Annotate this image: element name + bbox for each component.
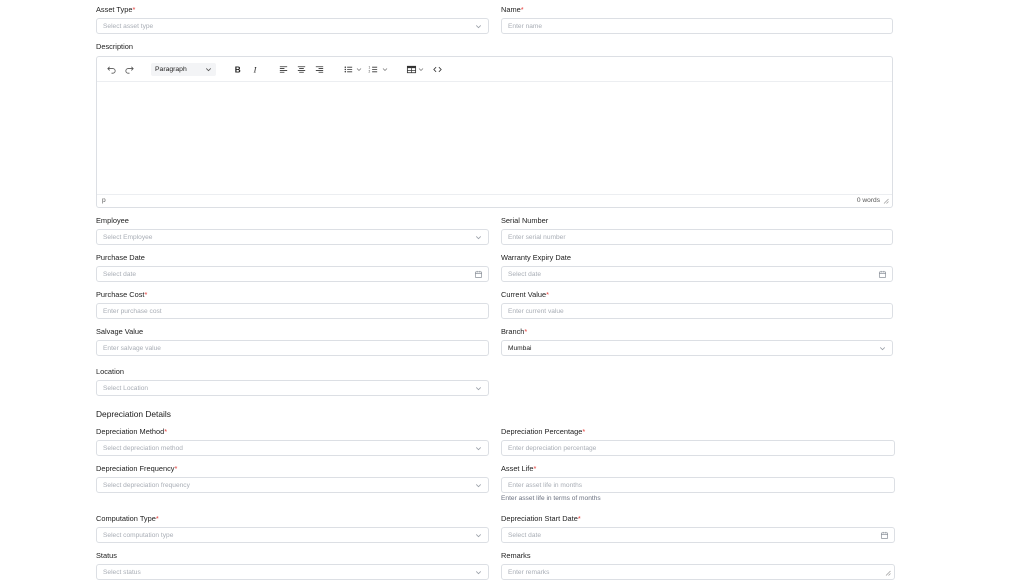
remarks-placeholder: Enter remarks — [508, 568, 550, 576]
redo-icon[interactable] — [124, 64, 135, 75]
asset-life-placeholder: Enter asset life in months — [508, 481, 583, 489]
depreciation-percentage-label: Depreciation Percentage* — [501, 427, 586, 436]
undo-icon[interactable] — [106, 64, 117, 75]
name-placeholder: Enter name — [508, 22, 543, 30]
purchase-date-picker[interactable]: Select date — [96, 266, 489, 282]
serial-number-input[interactable]: Enter serial number — [501, 229, 893, 245]
chevron-down-icon — [474, 531, 483, 540]
asset-type-label: Asset Type* — [96, 5, 136, 14]
branch-label: Branch* — [501, 327, 528, 336]
depreciation-section-title: Depreciation Details — [96, 409, 171, 419]
depreciation-frequency-label: Depreciation Frequency* — [96, 464, 178, 473]
description-label: Description — [96, 42, 133, 51]
name-label: Name* — [501, 5, 524, 14]
align-right-icon[interactable] — [314, 64, 325, 75]
align-left-icon[interactable] — [278, 64, 289, 75]
chevron-down-icon[interactable] — [381, 64, 389, 75]
chevron-down-icon — [474, 568, 483, 577]
location-select[interactable]: Select Location — [96, 380, 489, 396]
serial-number-placeholder: Enter serial number — [508, 233, 566, 241]
status-placeholder: Select status — [103, 568, 141, 576]
serial-number-label: Serial Number — [501, 216, 549, 225]
calendar-icon[interactable] — [878, 270, 887, 279]
asset-type-placeholder: Select asset type — [103, 22, 154, 30]
table-icon[interactable] — [406, 64, 417, 75]
computation-type-placeholder: Select computation type — [103, 531, 174, 539]
block-format-select[interactable]: Paragraph — [151, 63, 216, 76]
calendar-icon[interactable] — [880, 531, 889, 540]
chevron-down-icon — [474, 22, 483, 31]
asset-type-select[interactable]: Select asset type — [96, 18, 489, 34]
warranty-expiry-placeholder: Select date — [508, 270, 541, 278]
svg-text:I: I — [253, 66, 258, 75]
computation-type-select[interactable]: Select computation type — [96, 527, 489, 543]
purchase-cost-placeholder: Enter purchase cost — [103, 307, 162, 315]
align-center-icon[interactable] — [296, 64, 307, 75]
depreciation-start-date-label: Depreciation Start Date* — [501, 514, 581, 523]
purchase-cost-label: Purchase Cost* — [96, 290, 148, 299]
depreciation-frequency-placeholder: Select depreciation frequency — [103, 481, 190, 489]
current-value-placeholder: Enter current value — [508, 307, 564, 315]
purchase-date-placeholder: Select date — [103, 270, 136, 278]
branch-select[interactable]: Mumbai — [501, 340, 893, 356]
purchase-cost-input[interactable]: Enter purchase cost — [96, 303, 489, 319]
chevron-down-icon — [878, 344, 887, 353]
calendar-icon[interactable] — [474, 270, 483, 279]
location-label: Location — [96, 367, 124, 376]
word-count: 0 words — [856, 197, 880, 204]
resize-handle-icon[interactable] — [883, 198, 889, 204]
employee-placeholder: Select Employee — [103, 233, 153, 241]
chevron-down-icon[interactable] — [355, 64, 363, 75]
svg-text:B: B — [235, 66, 241, 75]
depreciation-percentage-input[interactable]: Enter depreciation percentage — [501, 440, 895, 456]
description-editor[interactable]: Paragraph B I 12 p 0 words — [96, 56, 893, 208]
chevron-down-icon — [474, 384, 483, 393]
salvage-value-placeholder: Enter salvage value — [103, 344, 161, 352]
depreciation-method-select[interactable]: Select depreciation method — [96, 440, 489, 456]
status-select[interactable]: Select status — [96, 564, 489, 580]
asset-life-label: Asset Life* — [501, 464, 537, 473]
chevron-down-icon — [474, 444, 483, 453]
current-value-label: Current Value* — [501, 290, 549, 299]
resize-handle-icon[interactable] — [885, 570, 891, 576]
warranty-expiry-label: Warranty Expiry Date — [501, 253, 571, 262]
chevron-down-icon — [474, 481, 483, 490]
employee-select[interactable]: Select Employee — [96, 229, 489, 245]
warranty-expiry-picker[interactable]: Select date — [501, 266, 893, 282]
remarks-textarea[interactable]: Enter remarks — [501, 564, 895, 580]
computation-type-label: Computation Type* — [96, 514, 159, 523]
salvage-value-input[interactable]: Enter salvage value — [96, 340, 489, 356]
depreciation-frequency-select[interactable]: Select depreciation frequency — [96, 477, 489, 493]
italic-icon[interactable]: I — [250, 64, 261, 75]
svg-text:2: 2 — [368, 70, 370, 74]
remarks-label: Remarks — [501, 551, 531, 560]
depreciation-method-placeholder: Select depreciation method — [103, 444, 183, 452]
bold-icon[interactable]: B — [232, 64, 243, 75]
location-placeholder: Select Location — [103, 384, 149, 392]
status-label: Status — [96, 551, 117, 560]
editor-path[interactable]: p — [102, 197, 106, 204]
asset-life-hint: Enter asset life in terms of months — [501, 495, 601, 502]
numbered-list-icon[interactable]: 12 — [368, 64, 379, 75]
current-value-input[interactable]: Enter current value — [501, 303, 893, 319]
depreciation-start-date-placeholder: Select date — [508, 531, 541, 539]
purchase-date-label: Purchase Date — [96, 253, 145, 262]
asset-life-input[interactable]: Enter asset life in months — [501, 477, 895, 493]
editor-statusbar: p 0 words — [97, 194, 892, 207]
branch-value: Mumbai — [508, 344, 532, 352]
block-format-value: Paragraph — [155, 65, 187, 73]
code-icon[interactable] — [432, 64, 443, 75]
salvage-value-label: Salvage Value — [96, 327, 144, 336]
depreciation-start-date-picker[interactable]: Select date — [501, 527, 895, 543]
depreciation-method-label: Depreciation Method* — [96, 427, 168, 436]
editor-toolbar: Paragraph B I 12 — [97, 57, 892, 82]
bullet-list-icon[interactable] — [343, 64, 354, 75]
name-input[interactable]: Enter name — [501, 18, 893, 34]
chevron-down-icon — [205, 68, 212, 72]
employee-label: Employee — [96, 216, 129, 225]
chevron-down-icon[interactable] — [417, 64, 425, 75]
depreciation-percentage-placeholder: Enter depreciation percentage — [508, 444, 597, 452]
chevron-down-icon — [474, 233, 483, 242]
